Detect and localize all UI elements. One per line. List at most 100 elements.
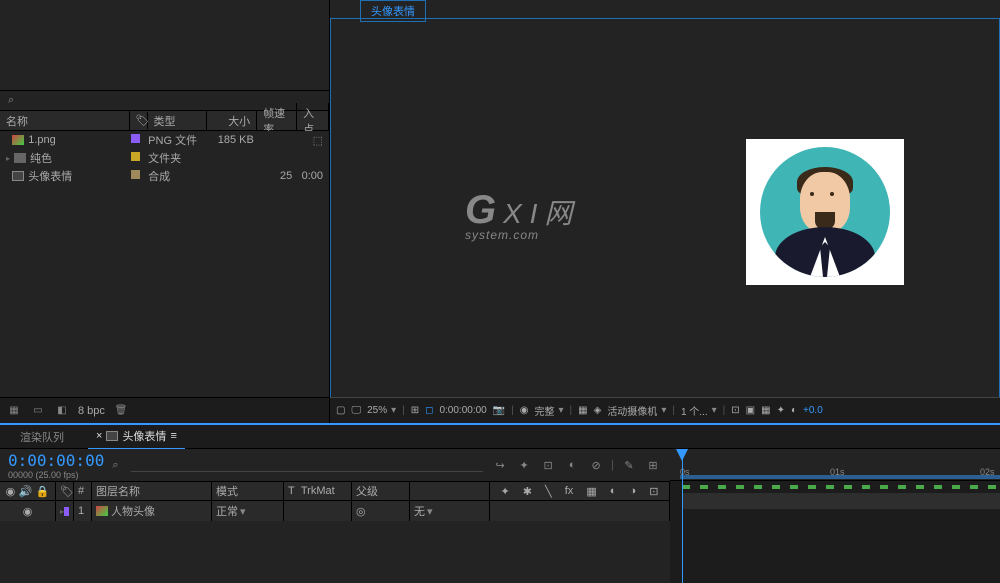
switch-icon[interactable]: ◐ bbox=[610, 485, 617, 497]
file-row[interactable]: 头像表情 合成 25 0:00 bbox=[0, 167, 329, 185]
layer-row[interactable]: ◉ ▸ 1 人物头像 正常 ◎ 无 bbox=[0, 501, 670, 521]
tab-render-queue[interactable]: 渲染队列 bbox=[12, 425, 72, 449]
search-icon: ⌕ bbox=[8, 94, 14, 107]
watermark: G G X I 网X I 网 system.com bbox=[465, 188, 572, 242]
timeline-panel: 渲染队列 ×头像表情≡ 0:00:00:00 00000 (25.00 fps)… bbox=[0, 423, 1000, 583]
playhead[interactable] bbox=[682, 449, 683, 583]
image-icon bbox=[96, 506, 108, 516]
timecode-sub: 00000 (25.00 fps) bbox=[8, 470, 104, 480]
work-area[interactable] bbox=[680, 475, 1000, 479]
tl-tool2-icon[interactable]: ✦ bbox=[515, 456, 533, 474]
tag-swatch[interactable] bbox=[131, 152, 140, 161]
toggle3-icon[interactable]: ▦ bbox=[761, 405, 770, 416]
zoom-dropdown[interactable]: 25% bbox=[367, 405, 396, 416]
tag-swatch[interactable] bbox=[131, 170, 140, 179]
tl-tool4-icon[interactable]: ◐ bbox=[563, 456, 581, 474]
tl-tool5-icon[interactable]: ⊘ bbox=[587, 456, 605, 474]
timeline-track-area[interactable]: 0s 01s 02s bbox=[670, 449, 1000, 583]
switch-icon[interactable]: ▦ bbox=[586, 485, 596, 498]
file-type: PNG 文件 bbox=[148, 132, 206, 148]
switch-icon[interactable]: ✱ bbox=[523, 485, 532, 498]
layer-num: 1 bbox=[74, 501, 92, 521]
file-size: 185 KB bbox=[206, 134, 254, 146]
col-name[interactable]: 名称 bbox=[0, 111, 130, 131]
mask-icon[interactable]: ◻ bbox=[425, 405, 433, 416]
tag-swatch[interactable] bbox=[64, 507, 69, 516]
toggle-icon[interactable]: ⊡ bbox=[731, 405, 739, 416]
audio-icon[interactable]: 🔊 bbox=[19, 485, 33, 498]
tl-tool6-icon[interactable]: ✎ bbox=[620, 456, 638, 474]
expand-icon[interactable]: ▸ bbox=[6, 154, 10, 163]
col-trkmat[interactable]: TrkMat bbox=[301, 485, 335, 497]
toggle2-icon[interactable]: ▣ bbox=[746, 405, 755, 416]
tab-label: 头像表情 bbox=[122, 428, 166, 444]
col-tag-icon[interactable]: 🏷 bbox=[130, 112, 148, 129]
pickwhip-icon[interactable]: ◎ bbox=[356, 505, 366, 518]
parent-dropdown[interactable]: 无 bbox=[410, 501, 490, 521]
exposure-icon[interactable]: ◐ bbox=[791, 405, 797, 416]
switch-icon[interactable]: ✦ bbox=[501, 485, 510, 498]
toggle4-icon[interactable]: ✦ bbox=[777, 405, 785, 416]
bpc-button[interactable]: 8 bpc bbox=[78, 405, 105, 417]
quality-dropdown[interactable]: 完整 bbox=[535, 403, 564, 418]
switch-icon[interactable]: ◑ bbox=[629, 485, 636, 497]
eye-toggle[interactable]: ◉ bbox=[23, 505, 33, 518]
layer-name: 人物头像 bbox=[111, 503, 155, 519]
timecode[interactable]: 0:00:00:00 bbox=[8, 451, 104, 470]
exposure-value[interactable]: +0.0 bbox=[803, 405, 823, 416]
eye-icon[interactable]: ◉ bbox=[6, 485, 16, 498]
keyframe-track bbox=[682, 485, 1000, 491]
col-size[interactable]: 大小 bbox=[207, 111, 257, 131]
col-mode[interactable]: 模式 bbox=[212, 482, 284, 500]
monitor-icon[interactable]: ▢ bbox=[336, 405, 345, 416]
project-columns-header: 名称 🏷 类型 大小 帧速率 入点 bbox=[0, 111, 329, 131]
timeline-left: 0:00:00:00 00000 (25.00 fps) ⌕ ↪ ✦ ⊡ ◐ ⊘… bbox=[0, 449, 670, 583]
comp-new-icon[interactable]: ◧ bbox=[54, 404, 70, 418]
tab-composition[interactable]: ×头像表情≡ bbox=[88, 424, 185, 450]
switch-icon[interactable]: fx bbox=[565, 485, 574, 497]
time-ruler[interactable]: 0s 01s 02s bbox=[670, 449, 1000, 481]
display-icon[interactable]: 🖵 bbox=[351, 405, 361, 416]
tl-tool3-icon[interactable]: ⊡ bbox=[539, 456, 557, 474]
time-display[interactable]: 0:00:00:00 bbox=[439, 405, 486, 416]
view-icon[interactable]: ▦ bbox=[578, 405, 587, 416]
snapshot-icon[interactable]: 📷 bbox=[493, 405, 505, 416]
col-tag-icon[interactable]: 🏷 bbox=[56, 482, 74, 500]
tag-swatch[interactable] bbox=[131, 134, 140, 143]
col-type[interactable]: 类型 bbox=[148, 111, 208, 131]
preview-viewport[interactable]: G G X I 网X I 网 system.com bbox=[330, 18, 1000, 397]
col-t[interactable]: T bbox=[288, 485, 295, 497]
color-icon[interactable]: ◉ bbox=[520, 405, 529, 416]
avatar-image[interactable] bbox=[746, 139, 904, 285]
switch-icon[interactable]: ╲ bbox=[545, 485, 552, 498]
col-layer-name[interactable]: 图层名称 bbox=[92, 482, 212, 500]
comp-icon bbox=[106, 431, 118, 441]
file-name: 纯色 bbox=[30, 150, 52, 166]
3d-icon[interactable]: ◈ bbox=[594, 405, 602, 416]
switch-icon[interactable]: ⊡ bbox=[649, 485, 658, 498]
col-parent[interactable]: 父级 bbox=[352, 482, 410, 500]
timeline-header: ◉🔊🔒 🏷 # 图层名称 模式 T TrkMat 父级 ✦ ✱ ╲ fx ▦ ◐ ◑ ⊡ bbox=[0, 481, 670, 501]
file-type: 文件夹 bbox=[148, 150, 206, 166]
file-fps: 25 bbox=[254, 170, 292, 182]
file-name: 1.png bbox=[28, 134, 56, 146]
file-row[interactable]: 1.png PNG 文件 185 KB ⬚ bbox=[0, 131, 329, 149]
flow-icon[interactable]: ▦ bbox=[6, 404, 22, 418]
comp-icon bbox=[12, 171, 24, 181]
trash-icon[interactable]: 🗑 bbox=[113, 404, 129, 418]
lock-icon[interactable]: 🔒 bbox=[36, 485, 50, 498]
timeline-tabs: 渲染队列 ×头像表情≡ bbox=[0, 425, 1000, 449]
file-type: 合成 bbox=[148, 168, 206, 184]
grid-icon[interactable]: ⊞ bbox=[411, 405, 419, 416]
folder-new-icon[interactable]: ▭ bbox=[30, 404, 46, 418]
file-row[interactable]: ▸ 纯色 文件夹 bbox=[0, 149, 329, 167]
views-dropdown[interactable]: 1 个... bbox=[681, 403, 717, 418]
camera-dropdown[interactable]: 活动摄像机 bbox=[607, 403, 666, 418]
tl-tool7-icon[interactable]: ⊞ bbox=[644, 456, 662, 474]
timeline-search-input[interactable] bbox=[131, 459, 484, 472]
tl-tool1-icon[interactable]: ↪ bbox=[491, 456, 509, 474]
expand-icon bbox=[6, 136, 8, 145]
col-num[interactable]: # bbox=[74, 482, 92, 500]
mode-dropdown[interactable]: 正常 bbox=[212, 501, 284, 521]
layer-bar[interactable] bbox=[682, 493, 1000, 509]
